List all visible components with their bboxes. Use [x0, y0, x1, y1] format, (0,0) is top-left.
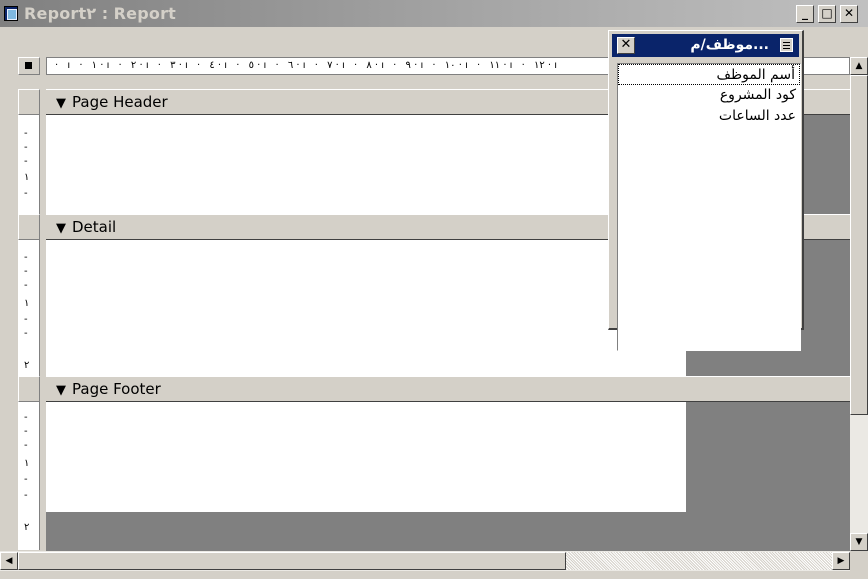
detail-selector[interactable] [18, 214, 40, 240]
field-list-item[interactable]: كود المشروع [618, 85, 800, 106]
field-list-icon [780, 38, 793, 52]
scroll-up-button[interactable]: ▲ [850, 57, 868, 75]
ruler-mark: - [24, 490, 28, 501]
scroll-right-button[interactable]: ▶ [832, 552, 850, 570]
ruler-mark: - [24, 426, 28, 437]
ruler-mark: - [24, 314, 28, 325]
field-list-titlebar[interactable]: ✕ ...موظف/م [612, 34, 799, 57]
page-footer-body[interactable] [46, 402, 850, 512]
minimize-button[interactable]: _ [796, 5, 814, 23]
field-list-window[interactable]: ✕ ...موظف/م أسم الموظف كود المشروع عدد ا… [608, 30, 804, 351]
select-report-button[interactable] [18, 57, 40, 75]
section-label: Page Header [72, 93, 168, 111]
report-icon[interactable] [4, 6, 18, 21]
ruler-mark: - [24, 328, 28, 339]
field-list-item[interactable]: أسم الموظف [618, 64, 800, 85]
ruler-mark: - [24, 252, 28, 263]
ruler-mark: - [24, 188, 28, 199]
field-list-item[interactable]: عدد الساعات [618, 106, 800, 127]
field-list-title: ...موظف/م [690, 37, 769, 53]
vertical-ruler[interactable]: - - - ١ - - - - ١ - - ٢ - - - ١ - - ٢ [18, 115, 40, 550]
section-label: Page Footer [72, 380, 161, 398]
section-marker-icon: ▼ [56, 96, 66, 111]
close-button[interactable]: ✕ [840, 5, 858, 23]
section-bar-page-footer[interactable]: ▼ Page Footer [46, 376, 850, 402]
section-marker-icon: ▼ [56, 221, 66, 236]
ruler-mark: - [24, 280, 28, 291]
horizontal-scrollbar[interactable]: ◀ ▶ [0, 551, 850, 571]
window-titlebar[interactable]: Report٢ : Report _ □ ✕ [0, 0, 868, 28]
ruler-mark: ١ [24, 172, 30, 183]
window-title: Report٢ : Report [24, 4, 177, 23]
page-header-canvas[interactable] [46, 115, 686, 215]
ruler-mark: - [24, 128, 28, 139]
scrollbar-corner [850, 551, 868, 579]
ruler-mark: - [24, 142, 28, 153]
page-footer-canvas[interactable] [46, 402, 686, 512]
maximize-button[interactable]: □ [818, 5, 836, 23]
scroll-down-button[interactable]: ▼ [850, 533, 868, 551]
ruler-mark: ١ [24, 458, 30, 469]
horizontal-scroll-track[interactable] [566, 552, 832, 570]
page-header-selector[interactable] [18, 89, 40, 115]
page-footer-selector[interactable] [18, 376, 40, 402]
ruler-mark: ١ [24, 298, 30, 309]
ruler-mark: - [24, 412, 28, 423]
field-list-items[interactable]: أسم الموظف كود المشروع عدد الساعات [617, 63, 801, 351]
vertical-scrollbar[interactable]: ▲ ▼ [850, 57, 868, 551]
ruler-mark: ٢ [24, 522, 30, 533]
ruler-mark: - [24, 266, 28, 277]
ruler-mark: ٢ [24, 360, 30, 371]
section-marker-icon: ▼ [56, 383, 66, 398]
empty-design-area [46, 512, 850, 551]
scroll-left-button[interactable]: ◀ [0, 552, 18, 570]
ruler-mark: - [24, 156, 28, 167]
field-list-close-button[interactable]: ✕ [617, 37, 635, 54]
ruler-mark: - [24, 474, 28, 485]
horizontal-scroll-thumb[interactable] [18, 552, 566, 570]
ruler-mark: - [24, 440, 28, 451]
detail-canvas[interactable] [46, 240, 686, 376]
section-label: Detail [72, 218, 117, 236]
vertical-scroll-thumb[interactable] [850, 75, 868, 415]
